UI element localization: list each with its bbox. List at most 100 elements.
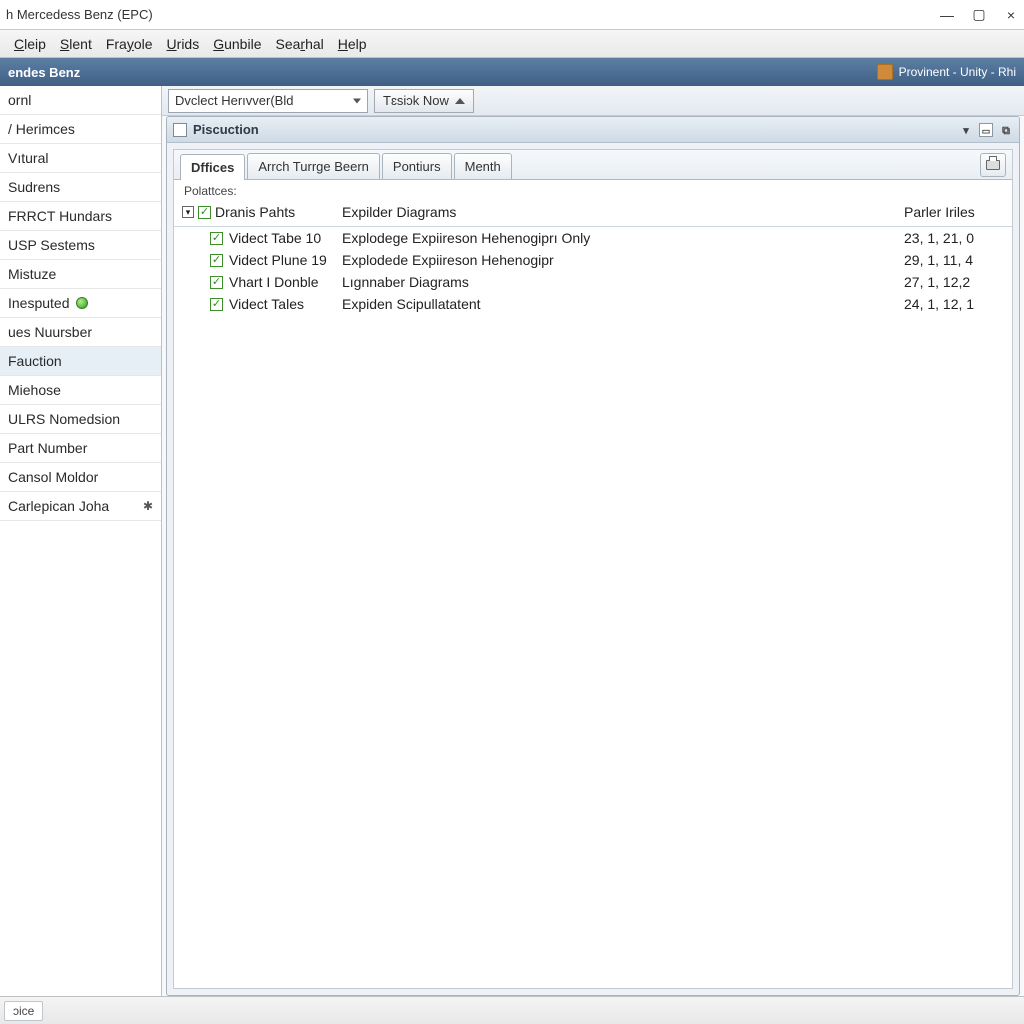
sidebar-item-label: ornl: [8, 92, 31, 108]
tabs-row: DfficesArrch Turrge BeernPontiursMenth: [174, 150, 1012, 180]
header-strip-right: Provinent - Unity - Rhi: [877, 64, 1016, 80]
sidebar-item-label: ues Nuursber: [8, 324, 92, 340]
sidebar-item-label: Mistuze: [8, 266, 56, 282]
panel-doc-icon: [173, 123, 187, 137]
sidebar-item-12[interactable]: Part Number: [0, 434, 161, 463]
sidebar-item-label: Fauction: [8, 353, 62, 369]
col-header-tree[interactable]: ▾ ✓ Dranis Pahts: [182, 204, 342, 220]
table-area: ▾ ✓ Dranis Pahts Expilder Diagrams Parle…: [174, 200, 1012, 988]
sidebar-item-13[interactable]: Cansol Moldor: [0, 463, 161, 492]
status-segment[interactable]: ɔice: [4, 1001, 43, 1021]
menu-item-3[interactable]: Urids: [167, 36, 200, 52]
sidebar-item-2[interactable]: Vıtural: [0, 144, 161, 173]
tab-2[interactable]: Pontiurs: [382, 153, 452, 179]
row-num: 23, 1, 21, 0: [904, 230, 1004, 246]
main-area: Dvclect Herıvver(Bld Tɛsiɔk Now Piscucti…: [162, 86, 1024, 996]
window-controls: — ▢ ×: [940, 8, 1018, 22]
tree-collapse-icon[interactable]: ▾: [182, 206, 194, 218]
sidebar-item-label: Miehose: [8, 382, 61, 398]
close-icon[interactable]: ×: [1004, 8, 1018, 22]
row-checkbox[interactable]: ✓: [210, 254, 223, 267]
menu-bar: Cleip Slent Frayole Urids Gunbile Searhal Help: [0, 30, 1024, 58]
tab-3[interactable]: Menth: [454, 153, 512, 179]
sidebar-item-7[interactable]: Inesputed: [0, 289, 161, 318]
menu-item-6[interactable]: Help: [338, 36, 367, 52]
menu-item-0[interactable]: Cleip: [14, 36, 46, 52]
cell-tree: ✓ Videct Plune 19: [182, 252, 342, 268]
status-bar: ɔice: [0, 996, 1024, 1024]
status-dot-icon: [76, 297, 88, 309]
header-strip-left: endes Benz: [8, 65, 80, 80]
panel-body: DfficesArrch Turrge BeernPontiursMenth P…: [173, 149, 1013, 989]
menu-item-2[interactable]: Frayole: [106, 36, 153, 52]
table-row[interactable]: ✓Videct TalesExpiden Scipullatatent24, 1…: [174, 293, 1012, 315]
sidebar-item-11[interactable]: ULRS Nomedsion: [0, 405, 161, 434]
col-header-num[interactable]: Parler Iriles: [904, 204, 1004, 220]
table-subtitle: Polattces:: [174, 180, 1012, 200]
table-row[interactable]: ✓ Videct Plune 19 Explodede Expiireson Heh…: [174, 249, 1012, 271]
context-dropdown-value: Dvclect Herıvver(Bld: [175, 93, 293, 108]
panel-menu-chevron-icon[interactable]: ▾: [959, 123, 973, 137]
tab-0[interactable]: Dffices: [180, 154, 245, 180]
sidebar-item-10[interactable]: Miehose: [0, 376, 161, 405]
printer-icon: [986, 160, 1000, 170]
print-button[interactable]: [980, 153, 1006, 177]
panel-title: Piscuction: [193, 122, 259, 137]
sidebar-item-label: Vıtural: [8, 150, 48, 166]
perspective-icon[interactable]: [877, 64, 893, 80]
row-desc: Expiden Scipullatatent: [342, 296, 904, 312]
header-checkbox[interactable]: ✓: [198, 206, 211, 219]
menu-item-5[interactable]: Searhal: [275, 36, 323, 52]
sidebar-item-3[interactable]: Sudrens: [0, 173, 161, 202]
sidebar-item-label: USP Sestems: [8, 237, 95, 253]
sidebar-item-label: Part Number: [8, 440, 87, 456]
context-dropdown[interactable]: Dvclect Herıvver(Bld: [168, 89, 368, 113]
menu-item-4[interactable]: Gunbile: [213, 36, 261, 52]
panel-restore-icon[interactable]: ⧉: [999, 123, 1013, 137]
maximize-icon[interactable]: ▢: [972, 8, 986, 22]
sidebar-item-label: Sudrens: [8, 179, 60, 195]
cell-tree: ✓ Vhart I Donble: [182, 274, 342, 290]
row-checkbox[interactable]: ✓: [210, 276, 223, 289]
col-header-desc[interactable]: Expilder Diagrams: [342, 204, 904, 220]
sidebar-item-label: Inesputed: [8, 295, 70, 311]
row-checkbox[interactable]: ✓: [210, 298, 223, 311]
sidebar-item-label: ULRS Nomedsion: [8, 411, 120, 427]
row-desc: Explodede Expiireson Hehenogipr: [342, 252, 904, 268]
gear-icon[interactable]: ✱: [143, 499, 153, 513]
tab-1[interactable]: Arrch Turrge Beern: [247, 153, 380, 179]
sidebar-item-9[interactable]: Fauction: [0, 347, 161, 376]
sidebar-item-5[interactable]: USP Sestems: [0, 231, 161, 260]
panel-minimize-icon[interactable]: ▭: [979, 123, 993, 137]
row-desc: Explodege Expiireson Hehenogiprı Only: [342, 230, 904, 246]
task-button-label: Tɛsiɔk Now: [383, 93, 449, 108]
minimize-icon[interactable]: —: [940, 8, 954, 22]
row-desc: Lıgnnaber Diagrams: [342, 274, 904, 290]
row-tree-label: Videct Tales: [229, 296, 304, 312]
sidebar-item-14[interactable]: Carlepican Joha ✱: [0, 492, 161, 521]
sidebar-item-label: / Herimces: [8, 121, 75, 137]
sidebar-item-6[interactable]: Mistuze: [0, 260, 161, 289]
main-panel: Piscuction ▾ ▭ ⧉ DfficesArrch Turrge Bee…: [166, 116, 1020, 996]
sidebar-item-label: Carlepican Joha: [8, 498, 109, 514]
sidebar-item-8[interactable]: ues Nuursber: [0, 318, 161, 347]
table-row[interactable]: ✓ Vhart I Donble Lıgnnaber Diagrams27, 1, …: [174, 271, 1012, 293]
perspective-label: Provinent - Unity - Rhi: [899, 65, 1016, 79]
row-tree-label: Videct Plune 19: [229, 252, 327, 268]
column-headers: ▾ ✓ Dranis Pahts Expilder Diagrams Parle…: [174, 200, 1012, 227]
sidebar-item-4[interactable]: FRRCT Hundars: [0, 202, 161, 231]
toolbar: Dvclect Herıvver(Bld Tɛsiɔk Now: [162, 86, 1024, 116]
table-row[interactable]: ✓Videct Tabe 10Explodege Expiireson Hehe…: [174, 227, 1012, 249]
sidebar-item-label: Cansol Moldor: [8, 469, 98, 485]
menu-item-1[interactable]: Slent: [60, 36, 92, 52]
cell-tree: ✓ Videct Tales: [182, 296, 342, 312]
row-checkbox[interactable]: ✓: [210, 232, 223, 245]
title-bar: h Mercedess Benz (EPC) — ▢ ×: [0, 0, 1024, 30]
task-button[interactable]: Tɛsiɔk Now: [374, 89, 474, 113]
chevron-up-icon: [455, 96, 465, 106]
sidebar-item-1[interactable]: / Herimces: [0, 115, 161, 144]
header-strip: endes Benz Provinent - Unity - Rhi: [0, 58, 1024, 86]
row-num: 27, 1, 12,2: [904, 274, 1004, 290]
sidebar-item-0[interactable]: ornl: [0, 86, 161, 115]
row-tree-label: Vhart I Donble: [229, 274, 319, 290]
